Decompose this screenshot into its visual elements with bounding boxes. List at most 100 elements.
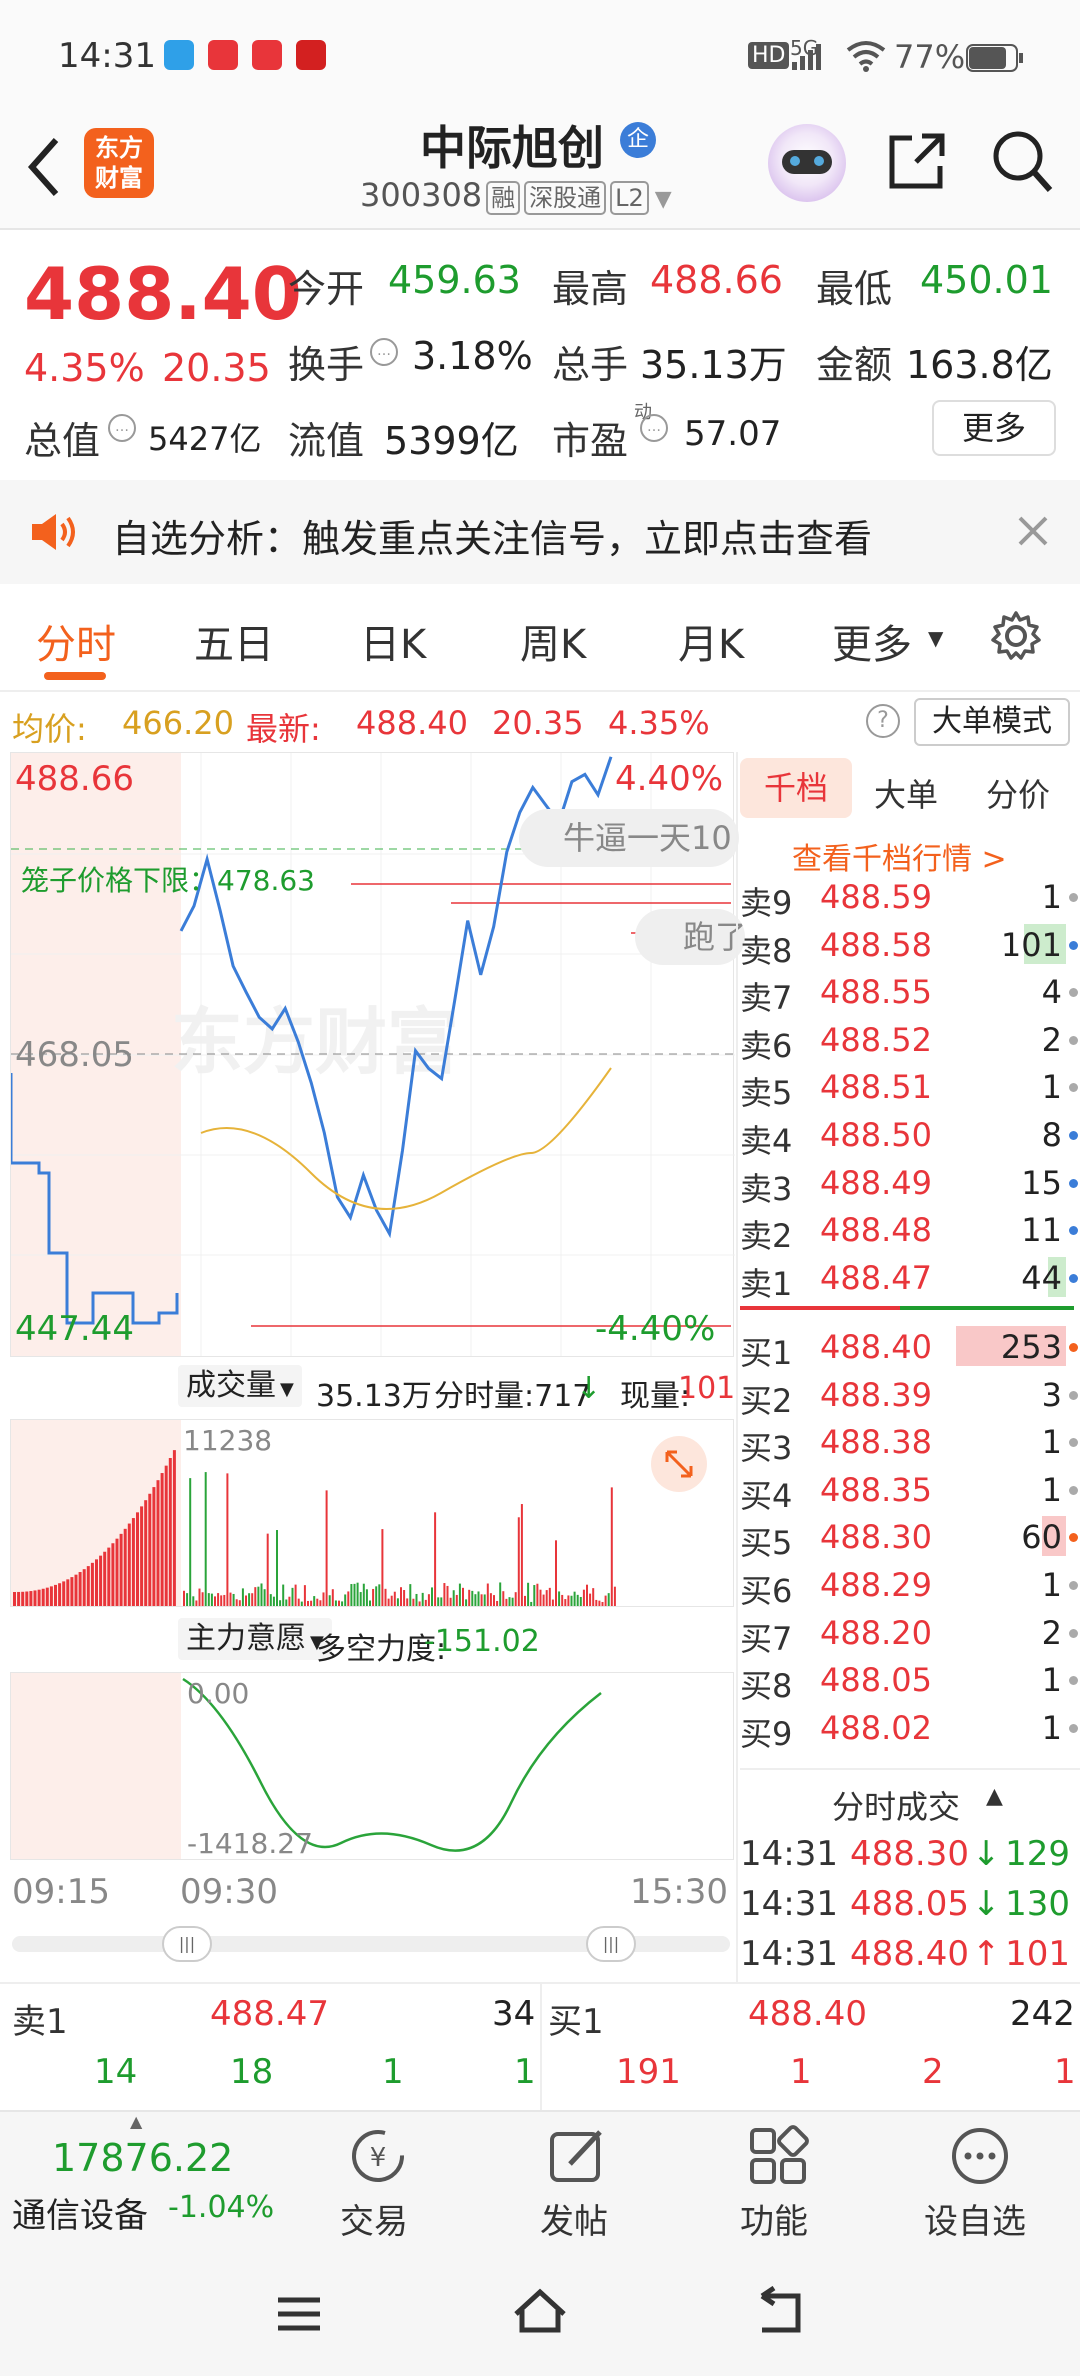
- volume-bar: [156, 1480, 160, 1606]
- volume-bar: [319, 1600, 322, 1606]
- flow-chart[interactable]: 0.00 -1418.27: [10, 1672, 734, 1860]
- minute-volume-arrow: ↓: [576, 1371, 602, 1406]
- volume-bars-plot: [13, 1450, 616, 1606]
- ask-row[interactable]: 卖7 488.55 4: [740, 967, 1080, 1017]
- nav-label: 发帖: [540, 2202, 608, 2242]
- help-icon[interactable]: ?: [866, 704, 900, 738]
- expand-icon[interactable]: [651, 1436, 707, 1492]
- ask-volume: 15: [1021, 1163, 1062, 1202]
- ask-row[interactable]: 卖8 488.58 101: [740, 920, 1080, 970]
- tab-five-day[interactable]: 五日: [194, 612, 274, 670]
- volume-bars[interactable]: 11238: [10, 1419, 734, 1607]
- info-icon[interactable]: …: [640, 414, 668, 442]
- volume-bar: [418, 1601, 421, 1606]
- time-range-scroller[interactable]: ||| |||: [12, 1926, 730, 1962]
- home-icon[interactable]: [510, 2284, 570, 2336]
- comment-bubble[interactable]: 牛逼一天10: [519, 809, 739, 867]
- comment-bubble[interactable]: 跑了: [635, 909, 745, 965]
- bid-row[interactable]: 买9 488.02 1: [740, 1703, 1080, 1753]
- share-icon[interactable]: [886, 130, 948, 192]
- tab-price-distribution[interactable]: 分价: [986, 770, 1050, 816]
- nav-add-watchlist[interactable]: 设自选: [910, 2120, 1050, 2242]
- eastmoney-logo[interactable]: 东方财富: [84, 128, 154, 198]
- back-nav-icon[interactable]: [752, 2286, 808, 2336]
- volume-bar: [499, 1582, 502, 1606]
- tab-big-orders[interactable]: 大单: [874, 770, 938, 816]
- info-icon[interactable]: …: [370, 338, 398, 366]
- ask-row[interactable]: 卖5 488.51 1: [740, 1062, 1080, 1112]
- bid-row[interactable]: 买6 488.29 1: [740, 1560, 1080, 1610]
- menu-icon[interactable]: [274, 2294, 324, 2334]
- search-icon[interactable]: [990, 128, 1054, 194]
- bid-row[interactable]: 买7 488.20 2: [740, 1608, 1080, 1658]
- status-dot: [1069, 1273, 1078, 1283]
- volume-bar: [598, 1600, 601, 1606]
- amount-value: 163.8亿: [906, 343, 1053, 387]
- float-label: 流值: [288, 419, 365, 463]
- ask-row[interactable]: 卖3 488.49 15: [740, 1158, 1080, 1208]
- ask-row[interactable]: 卖1 488.47 44: [740, 1253, 1080, 1303]
- volume-bar: [107, 1547, 111, 1606]
- trade-price: 488.30: [850, 1834, 969, 1874]
- bid-row[interactable]: 买3 488.38 1: [740, 1417, 1080, 1467]
- flow-indicator-select[interactable]: 主力意愿 ▼: [178, 1618, 332, 1660]
- bid-price: 488.39: [820, 1375, 932, 1414]
- sell1-volume: 34: [492, 1994, 536, 2034]
- volume-bar: [245, 1595, 247, 1606]
- sell-queue-qty: 18: [230, 2052, 274, 2092]
- range-handle-left[interactable]: |||: [162, 1926, 212, 1962]
- tab-monthly-k[interactable]: 月K: [678, 612, 744, 670]
- trades-header[interactable]: 分时成交 ▲: [740, 1768, 1080, 1828]
- volume-bar: [74, 1574, 78, 1606]
- nav-functions[interactable]: 功能: [718, 2120, 838, 2242]
- chevron-down-icon[interactable]: ▼: [928, 626, 943, 650]
- volume-bar: [58, 1583, 62, 1606]
- ask-row[interactable]: 卖9 488.59 1: [740, 872, 1080, 922]
- volume-bar: [285, 1599, 288, 1606]
- trade-price: 488.05: [850, 1884, 969, 1924]
- bid-volume: 1: [1041, 1708, 1062, 1747]
- big-order-mode-button[interactable]: 大单模式: [914, 698, 1070, 746]
- volume-bar: [406, 1598, 409, 1606]
- assistant-robot-icon[interactable]: [768, 124, 846, 202]
- more-button[interactable]: 更多: [932, 400, 1056, 456]
- bid-row[interactable]: 买8 488.05 1: [740, 1655, 1080, 1705]
- bid-row[interactable]: 买4 488.35 1: [740, 1465, 1080, 1515]
- amount-label: 金额: [816, 343, 893, 387]
- volume-bar: [452, 1590, 455, 1606]
- y-tick-high: 488.66: [15, 759, 134, 799]
- bid-row[interactable]: 买2 488.39 3: [740, 1370, 1080, 1420]
- chevron-down-icon[interactable]: ▼: [655, 187, 672, 212]
- ask-row[interactable]: 卖2 488.48 11: [740, 1205, 1080, 1255]
- ask-price: 488.47: [820, 1258, 932, 1297]
- tab-daily-k[interactable]: 日K: [360, 612, 426, 670]
- ask-price: 488.59: [820, 878, 932, 916]
- volume-indicator-select[interactable]: 成交量 ▼: [178, 1365, 302, 1407]
- bid-row[interactable]: 买1 488.40 253: [740, 1322, 1080, 1372]
- ask-row[interactable]: 卖4 488.50 8: [740, 1110, 1080, 1160]
- bid-row[interactable]: 买5 488.30 60: [740, 1512, 1080, 1562]
- ask-row[interactable]: 卖6 488.52 2: [740, 1015, 1080, 1065]
- nav-trade[interactable]: ¥ 交易: [318, 2120, 438, 2242]
- gear-icon[interactable]: [990, 610, 1042, 662]
- bid-volume: 1: [1041, 1423, 1062, 1462]
- volume-bar: [502, 1591, 505, 1606]
- volume-bar: [607, 1593, 610, 1606]
- notice-banner[interactable]: 自选分析：触发重点关注信号，立即点击查看: [0, 480, 1080, 584]
- close-icon[interactable]: [1016, 514, 1050, 548]
- range-handle-right[interactable]: |||: [586, 1926, 636, 1962]
- info-icon[interactable]: …: [108, 414, 136, 442]
- volume-bar: [347, 1591, 350, 1606]
- tab-more[interactable]: 更多: [832, 612, 912, 670]
- back-icon[interactable]: [26, 136, 62, 198]
- price-chart[interactable]: 东方财富 488.66 468.05 447.44 4.40% -4.40% 笼…: [10, 752, 745, 1357]
- nav-post[interactable]: 发帖: [518, 2120, 638, 2242]
- volume-bar: [496, 1600, 499, 1606]
- tab-intraday[interactable]: 分时: [36, 612, 116, 670]
- tab-thousand-level[interactable]: 千档: [740, 758, 852, 818]
- tab-weekly-k[interactable]: 周K: [520, 612, 586, 670]
- volume-bar: [235, 1599, 238, 1606]
- open-label: 今开: [288, 267, 365, 311]
- pe-label: 市盈: [552, 419, 629, 463]
- sector-index-widget[interactable]: ▲ 17876.22 通信设备 -1.04%: [0, 2112, 300, 2246]
